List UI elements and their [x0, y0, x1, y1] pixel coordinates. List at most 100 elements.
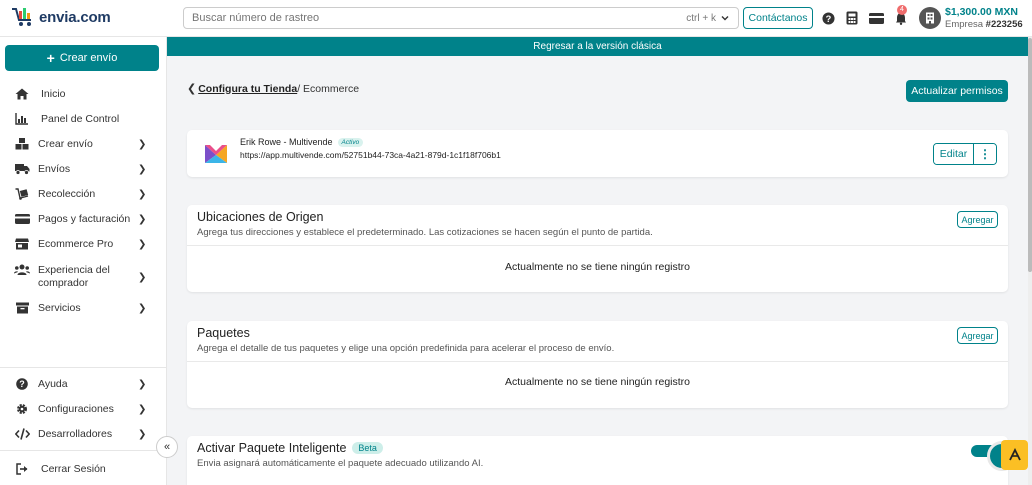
sidebar-divider	[0, 367, 166, 368]
tracking-search-input[interactable]	[192, 12, 687, 24]
sidebar-item-label: Experiencia del comprador	[38, 264, 110, 289]
multivende-logo-icon	[205, 145, 227, 163]
edit-store-button[interactable]: Editar	[934, 144, 974, 164]
sidebar-item-ecommerce[interactable]: Ecommerce Pro ❯	[0, 232, 166, 256]
company-avatar[interactable]	[919, 7, 941, 29]
chevron-right-icon: ❯	[138, 188, 147, 200]
section-title: Activar Paquete Inteligente Beta	[197, 441, 383, 455]
packages-empty-message: Actualmente no se tiene ningún registro	[504, 376, 691, 388]
sidebar-item-label: Pagos y facturación	[38, 212, 131, 225]
chevron-right-icon: ❯	[138, 428, 147, 440]
boxes-icon	[14, 137, 30, 151]
top-bar: envia.com ctrl + k Contáctanos ? 4 $1,30…	[0, 0, 1032, 37]
sidebar-item-recoleccion[interactable]: Recolección ❯	[0, 182, 166, 206]
sidebar-item-inicio[interactable]: Inicio	[0, 82, 166, 106]
chevron-down-icon[interactable]	[720, 13, 730, 23]
sidebar-item-label: Envíos	[38, 162, 71, 175]
sidebar-item-configuraciones[interactable]: Configuraciones ❯	[0, 397, 166, 421]
logout-button[interactable]: Cerrar Sesión	[0, 457, 166, 481]
building-icon	[926, 12, 934, 24]
breadcrumb: ❮ Configura tu Tienda / Ecommerce	[187, 82, 360, 96]
origin-title: Ubicaciones de Origen	[197, 210, 324, 224]
sidebar-item-desarrolladores[interactable]: Desarrolladores ❯	[0, 422, 166, 446]
section-divider	[187, 361, 1008, 362]
tracking-search[interactable]: ctrl + k	[183, 7, 739, 29]
chevron-right-icon: ❯	[138, 403, 147, 415]
search-shortcut: ctrl + k	[686, 12, 716, 24]
sidebar-item-label: Recolección	[38, 187, 96, 200]
svg-text:?: ?	[825, 13, 831, 23]
help-icon: ?	[14, 377, 30, 391]
sidebar-item-label: Ecommerce Pro	[38, 237, 114, 250]
sidebar-item-label: Configuraciones	[38, 402, 114, 415]
packages-card: Paquetes Agrega el detalle de tus paquet…	[187, 321, 1008, 408]
company-info: Empresa #223256	[945, 19, 1023, 30]
sidebar-item-ayuda[interactable]: ? Ayuda ❯	[0, 372, 166, 396]
chevron-right-icon: ❯	[138, 138, 147, 150]
sidebar: + Crear envío Inicio Panel de Control Cr…	[0, 37, 167, 485]
calculator-icon[interactable]	[844, 10, 860, 26]
brand-name: envia.com	[39, 8, 111, 26]
sidebar-item-envios[interactable]: Envíos ❯	[0, 157, 166, 181]
packages-description: Agrega el detalle de tus paquetes y elig…	[197, 343, 615, 354]
breadcrumb-parent-link[interactable]: Configura tu Tienda	[198, 83, 297, 95]
origin-description: Agrega tus direcciones y establece el pr…	[197, 227, 653, 238]
beta-badge: Beta	[352, 442, 383, 454]
add-package-button[interactable]: Agregar	[957, 327, 998, 344]
chart-icon	[14, 112, 30, 126]
company-label: Empresa	[945, 19, 984, 30]
sidebar-item-label: Servicios	[38, 301, 81, 314]
home-icon	[14, 87, 30, 101]
sidebar-item-label: Inicio	[41, 87, 66, 100]
store-name: Erik Rowe - Multivende	[240, 137, 333, 147]
sidebar-item-panel[interactable]: Panel de Control	[0, 107, 166, 131]
sidebar-item-pagos[interactable]: Pagos y facturación ❯	[0, 207, 166, 231]
chevron-left-icon[interactable]: ❮	[187, 82, 196, 95]
contact-button[interactable]: Contáctanos	[743, 7, 813, 29]
help-widget-icon[interactable]	[1001, 440, 1028, 470]
dolly-icon	[14, 187, 30, 201]
section-divider	[187, 245, 1008, 246]
card-icon	[14, 212, 30, 226]
collapse-sidebar-button[interactable]: «	[156, 436, 178, 458]
chevron-right-icon: ❯	[138, 378, 147, 390]
section-title: Ubicaciones de Origen	[197, 210, 323, 224]
classic-version-banner[interactable]: Regresar a la versión clásica	[167, 37, 1028, 56]
status-badge: Activo	[337, 137, 364, 147]
update-permissions-button[interactable]: Actualizar permisos	[906, 80, 1008, 102]
origin-locations-card: Ubicaciones de Origen Agrega tus direcci…	[187, 205, 1008, 292]
archive-icon	[14, 301, 30, 315]
notifications-badge: 4	[897, 5, 907, 15]
store-name-row: Erik Rowe - Multivende Activo	[240, 137, 364, 147]
company-id: #223256	[985, 19, 1023, 30]
truck-icon	[14, 162, 30, 176]
chevron-right-icon: ❯	[138, 271, 147, 283]
logout-label: Cerrar Sesión	[41, 462, 106, 475]
cart-logo-icon	[12, 8, 31, 26]
svg-text:?: ?	[19, 379, 25, 389]
origin-empty-message: Actualmente no se tiene ningún registro	[504, 261, 691, 273]
sign-out-icon	[14, 462, 30, 476]
more-options-icon[interactable]: ⋮	[974, 144, 996, 164]
sidebar-item-label: Panel de Control	[41, 112, 120, 125]
credit-card-icon[interactable]	[868, 10, 884, 26]
envia-logo[interactable]: envia.com	[10, 3, 111, 31]
help-circle-icon[interactable]: ?	[820, 10, 836, 26]
store-url: https://app.multivende.com/52751b44-73ca…	[240, 150, 501, 160]
store-icon	[14, 237, 30, 251]
sidebar-item-servicios[interactable]: Servicios ❯	[0, 296, 166, 320]
sidebar-item-label: Crear envío	[38, 137, 93, 150]
account-balance[interactable]: $1,300.00 MXN	[945, 6, 1018, 18]
create-shipment-button[interactable]: + Crear envío	[5, 45, 159, 71]
scrollbar-thumb[interactable]	[1028, 38, 1032, 272]
sidebar-item-crear-envio[interactable]: Crear envío ❯	[0, 132, 166, 156]
create-shipment-label: Crear envío	[59, 52, 118, 64]
sidebar-item-label: Desarrolladores	[38, 427, 113, 440]
breadcrumb-current: / Ecommerce	[297, 82, 360, 95]
section-title: Paquetes	[197, 326, 250, 340]
sidebar-item-experiencia[interactable]: Experiencia del comprador ❯	[0, 261, 166, 293]
packages-title: Paquetes	[197, 326, 250, 340]
add-origin-button[interactable]: Agregar	[957, 211, 998, 228]
users-icon	[14, 263, 30, 277]
sidebar-item-label: Ayuda	[38, 377, 68, 390]
